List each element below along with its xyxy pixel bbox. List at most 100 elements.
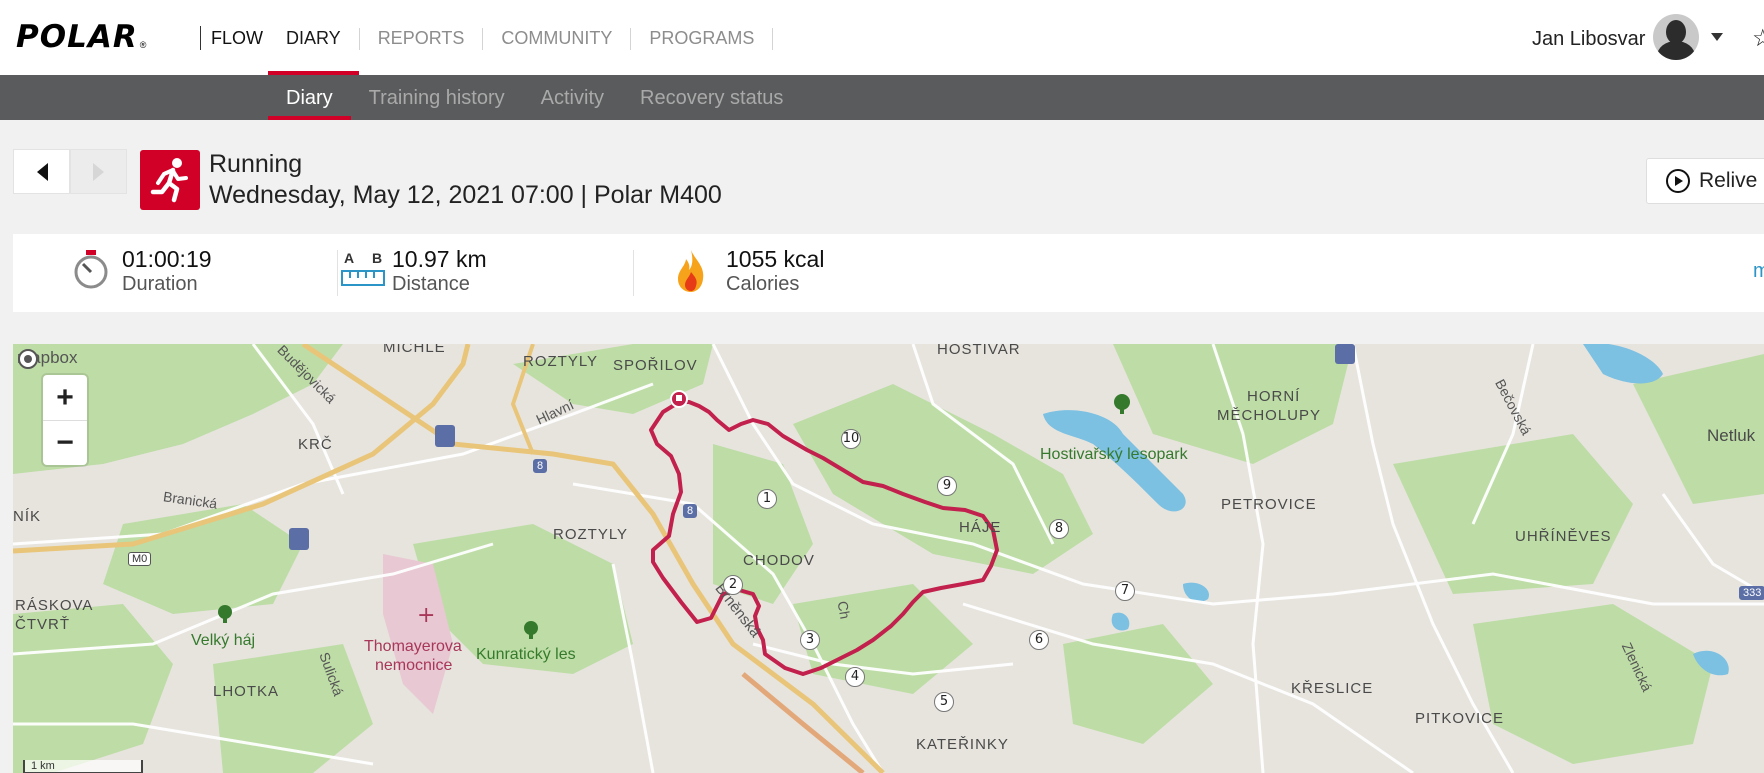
- subnav-recovery-status[interactable]: Recovery status: [622, 75, 801, 120]
- running-icon: [140, 150, 200, 210]
- subnav-items: Diary Training history Activity Recovery…: [268, 75, 801, 120]
- distance-stat: A B 10.97 km Distance: [337, 234, 627, 312]
- km-marker[interactable]: 3: [800, 630, 820, 650]
- map-label-krc: KRČ: [298, 436, 333, 453]
- session-date-device: Wednesday, May 12, 2021 07:00 | Polar M4…: [209, 181, 722, 209]
- session-summary: 01:00:19 Duration A B 10.97 km Distance …: [13, 234, 1764, 312]
- nav-separator: [772, 28, 774, 50]
- chevron-right-icon: [92, 162, 104, 181]
- calories-label: Calories: [726, 273, 800, 295]
- map-label-raskova: RÁSKOVA: [15, 597, 94, 614]
- zoom-out-button[interactable]: −: [43, 420, 87, 465]
- map-label-hostivar: HOSTIVAŘ: [937, 344, 1021, 358]
- metro-icon: [1335, 344, 1355, 364]
- calories-stat: 1055 kcal Calories: [633, 234, 933, 312]
- km-marker[interactable]: 7: [1115, 581, 1135, 601]
- more-link[interactable]: m: [1753, 260, 1764, 283]
- session-pager: [13, 149, 127, 194]
- road-badge-333: 333: [1739, 586, 1764, 600]
- svg-text:+: +: [417, 603, 435, 628]
- map-label-katerinky: KATEŘINKY: [916, 736, 1009, 753]
- map-label-pitkovice: PITKOVICE: [1415, 710, 1505, 727]
- map-label-mecholupy: MĚCHOLUPY: [1217, 407, 1322, 424]
- map-label-kunraticky-les: Kunratický les: [476, 646, 576, 663]
- map-label-chodovska: Ch: [834, 599, 854, 621]
- map-label-chodov: CHODOV: [743, 552, 815, 569]
- duration-label: Duration: [122, 273, 198, 295]
- chevron-left-icon: [36, 162, 48, 181]
- mapbox-attribution[interactable]: mapbox: [17, 348, 77, 369]
- map-label-roztyly-north: ROZTYLY: [523, 353, 599, 370]
- map-label-uhrineves: UHŘÍNĚVES: [1515, 528, 1612, 545]
- logo-registered-mark: ®: [139, 40, 147, 50]
- map-canvas: +: [13, 344, 1764, 773]
- route-map[interactable]: + MICHLE ROZTYLY SPOŘILOV HOSTIVAŘ HORNÍ…: [13, 344, 1764, 773]
- metro-icon: [289, 528, 309, 550]
- distance-icon: A B: [341, 248, 385, 288]
- km-marker[interactable]: 6: [1029, 630, 1049, 650]
- road-badge-8: 8: [533, 459, 548, 473]
- flame-icon: [678, 250, 704, 292]
- km-marker[interactable]: 4: [845, 667, 865, 687]
- polar-logo[interactable]: POLAR ®: [16, 19, 147, 55]
- previous-session-button[interactable]: [13, 149, 70, 194]
- subnav-diary[interactable]: Diary: [268, 75, 351, 120]
- logo-divider: [200, 26, 201, 50]
- logo-text: POLAR: [16, 19, 138, 55]
- sport-name: Running: [209, 150, 303, 178]
- mapbox-logo-icon: [18, 349, 38, 369]
- map-label-thomayerova: Thomayerova: [364, 638, 462, 655]
- map-label-kreslice: KŘESLICE: [1291, 680, 1374, 697]
- duration-stat: 01:00:19 Duration: [13, 234, 333, 312]
- map-label-lhotka: LHOTKA: [213, 683, 280, 700]
- map-label-horni: HORNÍ: [1247, 388, 1301, 405]
- map-label-michle: MICHLE: [383, 344, 446, 356]
- avatar-body: [1657, 41, 1696, 60]
- km-marker[interactable]: 5: [934, 692, 954, 712]
- map-scale: 1 km: [23, 760, 143, 773]
- top-navigation-bar: POLAR ® FLOW DIARY REPORTS COMMUNITY PRO…: [0, 0, 1764, 75]
- map-label-netluky: Netluk: [1707, 426, 1756, 445]
- duration-value: 01:00:19: [122, 246, 212, 272]
- product-name: FLOW: [211, 28, 263, 48]
- km-marker[interactable]: 9: [937, 476, 957, 496]
- km-marker[interactable]: 10: [841, 429, 861, 449]
- nav-reports[interactable]: REPORTS: [360, 0, 483, 75]
- map-label-haje: HÁJE: [959, 519, 1002, 536]
- user-name[interactable]: Jan Libosvar: [1532, 28, 1645, 51]
- nav-community[interactable]: COMMUNITY: [483, 0, 630, 75]
- zoom-controls: + −: [43, 375, 87, 465]
- relive-button[interactable]: Relive: [1646, 158, 1764, 204]
- map-label-nemocnice: nemocnice: [375, 657, 453, 674]
- map-label-petrovice: PETROVICE: [1221, 496, 1317, 513]
- avatar[interactable]: [1653, 14, 1700, 60]
- metro-icon: [435, 425, 455, 447]
- calories-value: 1055 kcal: [726, 246, 825, 272]
- nav-diary[interactable]: DIARY: [268, 0, 359, 75]
- star-icon[interactable]: ☆: [1752, 24, 1764, 53]
- subnav-activity[interactable]: Activity: [523, 75, 622, 120]
- map-label-ctvrt: ČTVRŤ: [15, 616, 70, 633]
- main-nav: DIARY REPORTS COMMUNITY PROGRAMS: [268, 0, 774, 75]
- distance-icon-b: B: [372, 250, 383, 266]
- map-label-velky-haj: Velký háj: [191, 632, 256, 649]
- play-icon: [1666, 169, 1690, 193]
- next-session-button[interactable]: [70, 149, 127, 194]
- relive-label: Relive: [1699, 169, 1758, 192]
- user-menu[interactable]: Jan Libosvar: [1532, 14, 1724, 60]
- sub-navigation-bar: Diary Training history Activity Recovery…: [0, 75, 1764, 120]
- subnav-training-history[interactable]: Training history: [351, 75, 523, 120]
- map-label-roztyly: ROZTYLY: [553, 526, 629, 543]
- map-label-nik: NÍK: [13, 508, 42, 525]
- km-marker[interactable]: 2: [723, 575, 743, 595]
- map-label-sporilov: SPOŘILOV: [613, 357, 698, 374]
- distance-label: Distance: [392, 273, 470, 295]
- km-marker[interactable]: 1: [757, 489, 777, 509]
- map-label-hostivarsky-lesopark: Hostivařský lesopark: [1040, 446, 1188, 463]
- chevron-down-icon[interactable]: [1711, 33, 1724, 41]
- zoom-in-button[interactable]: +: [43, 375, 87, 420]
- distance-icon-a: A: [344, 250, 355, 266]
- nav-programs[interactable]: PROGRAMS: [631, 0, 772, 75]
- stopwatch-icon: [74, 250, 108, 289]
- km-marker[interactable]: 8: [1049, 519, 1069, 539]
